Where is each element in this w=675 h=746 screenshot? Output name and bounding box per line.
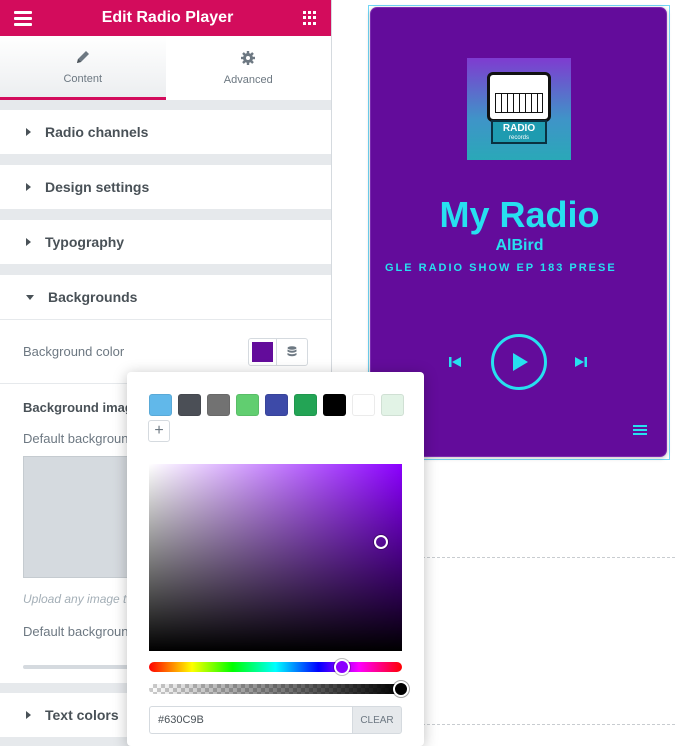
tab-content-label: Content (63, 72, 103, 85)
pencil-icon (76, 50, 89, 63)
cover-badge: RADIO records (491, 120, 547, 144)
section-label: Design settings (45, 179, 150, 195)
piano-icon (487, 72, 551, 122)
hamburger-icon[interactable] (14, 10, 32, 26)
grid-icon[interactable] (303, 11, 317, 25)
hue-handle[interactable] (334, 659, 350, 675)
next-icon[interactable] (573, 354, 589, 370)
radio-artist: AlBird (495, 237, 544, 254)
divider (0, 100, 331, 110)
divider (0, 265, 331, 275)
divider (0, 155, 331, 165)
alpha-slider[interactable] (149, 681, 409, 697)
alpha-handle[interactable] (393, 681, 409, 697)
color-picker-popover: + CLEAR (127, 372, 424, 746)
image-upload-placeholder[interactable] (23, 456, 133, 578)
panel-tabs: Content Advanced (0, 36, 331, 100)
section-label: Typography (45, 234, 125, 250)
saturation-value-area[interactable] (149, 464, 402, 651)
preset-swatch[interactable] (323, 394, 346, 416)
radio-track-title: GLE RADIO SHOW EP 183 PRESE (385, 262, 617, 274)
tab-content[interactable]: Content (0, 36, 166, 100)
panel-header: Edit Radio Player (0, 0, 331, 36)
preset-swatch[interactable] (294, 394, 317, 416)
section-label: Text colors (45, 707, 119, 723)
preset-swatch[interactable] (265, 394, 288, 416)
caret-down-icon (26, 294, 34, 300)
caret-right-icon (26, 238, 31, 246)
section-radio-channels[interactable]: Radio channels (0, 110, 331, 155)
radio-name: My Radio (439, 194, 600, 235)
section-design-settings[interactable]: Design settings (0, 165, 331, 210)
section-backgrounds[interactable]: Backgrounds (0, 275, 331, 320)
hue-slider[interactable] (149, 659, 402, 675)
preset-swatch[interactable] (236, 394, 259, 416)
preset-swatch[interactable] (178, 394, 201, 416)
preset-swatch[interactable] (352, 394, 375, 416)
preset-swatch[interactable] (381, 394, 404, 416)
preset-swatch[interactable] (207, 394, 230, 416)
add-preset-button[interactable]: + (148, 420, 170, 442)
radio-cover-image[interactable]: RADIO records (467, 58, 571, 160)
divider (0, 210, 331, 220)
cover-text: RADIO (502, 123, 536, 134)
hex-color-input[interactable] (149, 706, 352, 734)
caret-right-icon (26, 128, 31, 136)
saturation-handle[interactable] (374, 535, 388, 549)
color-control (248, 337, 308, 366)
caret-right-icon (26, 183, 31, 191)
editor-root: Edit Radio Player Content Advanced Radio… (0, 0, 675, 746)
color-swatch-button[interactable] (249, 338, 277, 365)
play-icon (513, 353, 528, 371)
section-label: Backgrounds (48, 289, 138, 305)
tab-advanced[interactable]: Advanced (165, 36, 331, 100)
playlist-menu-icon[interactable] (633, 425, 647, 435)
database-icon (287, 345, 297, 356)
section-typography[interactable]: Typography (0, 220, 331, 265)
cover-subtext: records (508, 135, 529, 141)
gear-icon (241, 51, 256, 65)
tab-advanced-label: Advanced (223, 74, 273, 86)
preset-swatches (149, 394, 404, 416)
clear-button[interactable]: CLEAR (352, 706, 402, 734)
preset-swatch[interactable] (149, 394, 172, 416)
caret-right-icon (26, 711, 31, 719)
background-color-label: Background color (23, 344, 125, 359)
previous-icon[interactable] (447, 354, 463, 370)
section-label: Radio channels (45, 124, 149, 140)
play-button[interactable] (491, 334, 547, 390)
panel-title: Edit Radio Player (101, 9, 234, 26)
dynamic-tags-button[interactable] (277, 339, 307, 365)
